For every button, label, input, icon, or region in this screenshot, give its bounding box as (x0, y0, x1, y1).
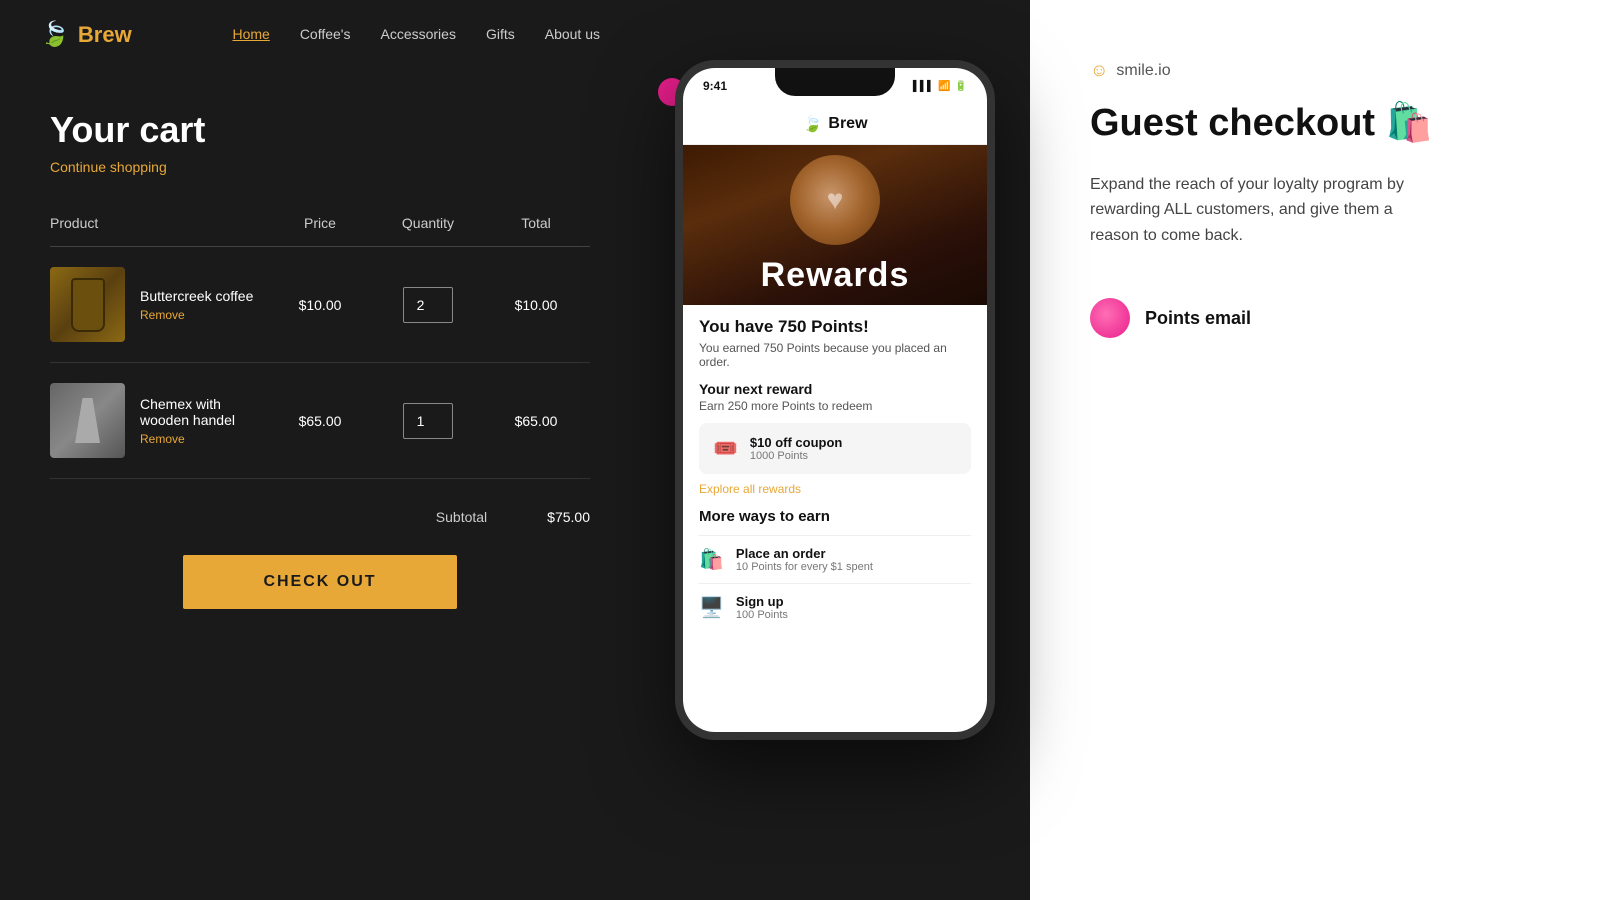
points-email-label: Points email (1145, 308, 1251, 329)
leaf-icon: 🍃 (40, 20, 70, 49)
rewards-text: Rewards (761, 256, 910, 295)
order-icon: 🛍️ (699, 547, 724, 572)
nav-links: Home Coffee's Accessories Gifts About us (232, 26, 600, 44)
phone-brand: 🍃 Brew (703, 114, 967, 134)
earn-item-signup: 🖥️ Sign up 100 Points (699, 583, 971, 631)
signup-icon: 🖥️ (699, 595, 724, 620)
table-row: Buttercreek coffee Remove $10.00 $10.00 (50, 247, 590, 363)
points-email-row: Points email (1090, 298, 1540, 338)
next-reward-desc: Earn 250 more Points to redeem (699, 399, 971, 413)
product-info-2: Chemex with wooden handel Remove (140, 396, 266, 446)
top-nav: 🍃 Brew Home Coffee's Accessories Gifts A… (0, 0, 640, 69)
reward-card-subtitle: 1000 Points (750, 450, 842, 462)
phone-brand-name: Brew (828, 115, 867, 133)
product-image-1 (50, 267, 125, 342)
col-quantity: Quantity (374, 215, 482, 231)
product-image-2 (50, 383, 125, 458)
phone-notch (775, 68, 895, 96)
phone-time: 9:41 (703, 79, 727, 93)
right-section: ☺ smile.io Guest checkout 🛍️ Expand the … (1030, 0, 1600, 900)
cart-content: Your cart Continue shopping Product Pric… (0, 69, 640, 900)
nav-item-coffees[interactable]: Coffee's (300, 26, 351, 44)
continue-shopping-link[interactable]: Continue shopping (50, 159, 590, 175)
chemex-icon (50, 383, 125, 458)
brand-logo: 🍃 Brew (40, 20, 132, 49)
brand-name: Brew (78, 22, 132, 48)
nav-item-home[interactable]: Home (232, 26, 269, 44)
earn-title-2: Sign up (736, 594, 788, 609)
earn-desc-2: 100 Points (736, 609, 788, 621)
nav-item-gifts[interactable]: Gifts (486, 26, 515, 44)
phone-mockup: 9:41 ▌▌▌ 📶 🔋 🍃 Brew Rewards (675, 60, 995, 740)
next-reward-title: Your next reward (699, 381, 971, 397)
battery-icon: 🔋 (955, 81, 967, 92)
cart-item-product-1: Buttercreek coffee Remove (50, 267, 266, 342)
earn-item-order: 🛍️ Place an order 10 Points for every $1… (699, 535, 971, 583)
earn-desc-1: 10 Points for every $1 spent (736, 561, 873, 573)
nav-item-accessories[interactable]: Accessories (380, 26, 455, 44)
wifi-icon: 📶 (938, 81, 950, 92)
earn-item-info-1: Place an order 10 Points for every $1 sp… (736, 546, 873, 573)
middle-section: 9:41 ▌▌▌ 📶 🔋 🍃 Brew Rewards (640, 0, 1030, 900)
col-price: Price (266, 215, 374, 231)
item-qty-container-1 (374, 287, 482, 323)
item-qty-container-2 (374, 403, 482, 439)
nav-item-about[interactable]: About us (545, 26, 600, 44)
phone-status-bar: 9:41 ▌▌▌ 📶 🔋 (683, 68, 987, 104)
smile-io-badge: ☺ smile.io (1090, 60, 1540, 81)
explore-rewards-link[interactable]: Explore all rewards (699, 482, 971, 496)
table-row: Chemex with wooden handel Remove $65.00 … (50, 363, 590, 479)
latte-art-image (790, 155, 880, 245)
more-ways-title: More ways to earn (699, 508, 971, 525)
phone-body: You have 750 Points! You earned 750 Poin… (683, 305, 987, 643)
cart-subtotal: Subtotal $75.00 (50, 499, 590, 525)
coupon-icon: 🎟️ (713, 436, 738, 461)
points-heading: You have 750 Points! (699, 317, 971, 337)
status-icons: ▌▌▌ 📶 🔋 (913, 81, 967, 92)
guest-checkout-title: Guest checkout 🛍️ (1090, 101, 1540, 147)
left-section: 🍃 Brew Home Coffee's Accessories Gifts A… (0, 0, 640, 900)
product-name-1: Buttercreek coffee (140, 288, 253, 304)
item-price-1: $10.00 (266, 297, 374, 313)
subtotal-label: Subtotal (436, 509, 487, 525)
smile-io-label: smile.io (1116, 62, 1170, 80)
col-total: Total (482, 215, 590, 231)
product-info-1: Buttercreek coffee Remove (140, 288, 253, 322)
earn-title-1: Place an order (736, 546, 873, 561)
product-name-2: Chemex with wooden handel (140, 396, 266, 428)
checkout-button[interactable]: CHECK OUT (183, 555, 456, 609)
remove-button-2[interactable]: Remove (140, 432, 266, 446)
item-price-2: $65.00 (266, 413, 374, 429)
signal-icon: ▌▌▌ (913, 81, 934, 92)
coffee-bag-icon (50, 267, 125, 342)
cart-table-header: Product Price Quantity Total (50, 215, 590, 247)
cart-title: Your cart (50, 109, 590, 151)
item-total-1: $10.00 (482, 297, 590, 313)
points-desc: You earned 750 Points because you placed… (699, 341, 971, 369)
subtotal-amount: $75.00 (547, 509, 590, 525)
quantity-input-2[interactable] (403, 403, 453, 439)
smile-logo-icon: ☺ (1090, 60, 1108, 81)
reward-card-title: $10 off coupon (750, 435, 842, 450)
rewards-hero: Rewards (683, 145, 987, 305)
phone-header: 🍃 Brew (683, 104, 987, 145)
phone-leaf-icon: 🍃 (802, 114, 822, 134)
reward-card-info: $10 off coupon 1000 Points (750, 435, 842, 462)
phone-inner: 🍃 Brew Rewards You have 750 Points! You … (683, 104, 987, 732)
guest-checkout-desc: Expand the reach of your loyalty program… (1090, 172, 1430, 249)
col-product: Product (50, 215, 266, 231)
cart-table: Product Price Quantity Total Buttercreek… (50, 215, 590, 479)
reward-card: 🎟️ $10 off coupon 1000 Points (699, 423, 971, 474)
quantity-input-1[interactable] (403, 287, 453, 323)
points-email-icon (1090, 298, 1130, 338)
cart-item-product-2: Chemex with wooden handel Remove (50, 383, 266, 458)
earn-item-info-2: Sign up 100 Points (736, 594, 788, 621)
remove-button-1[interactable]: Remove (140, 308, 253, 322)
item-total-2: $65.00 (482, 413, 590, 429)
